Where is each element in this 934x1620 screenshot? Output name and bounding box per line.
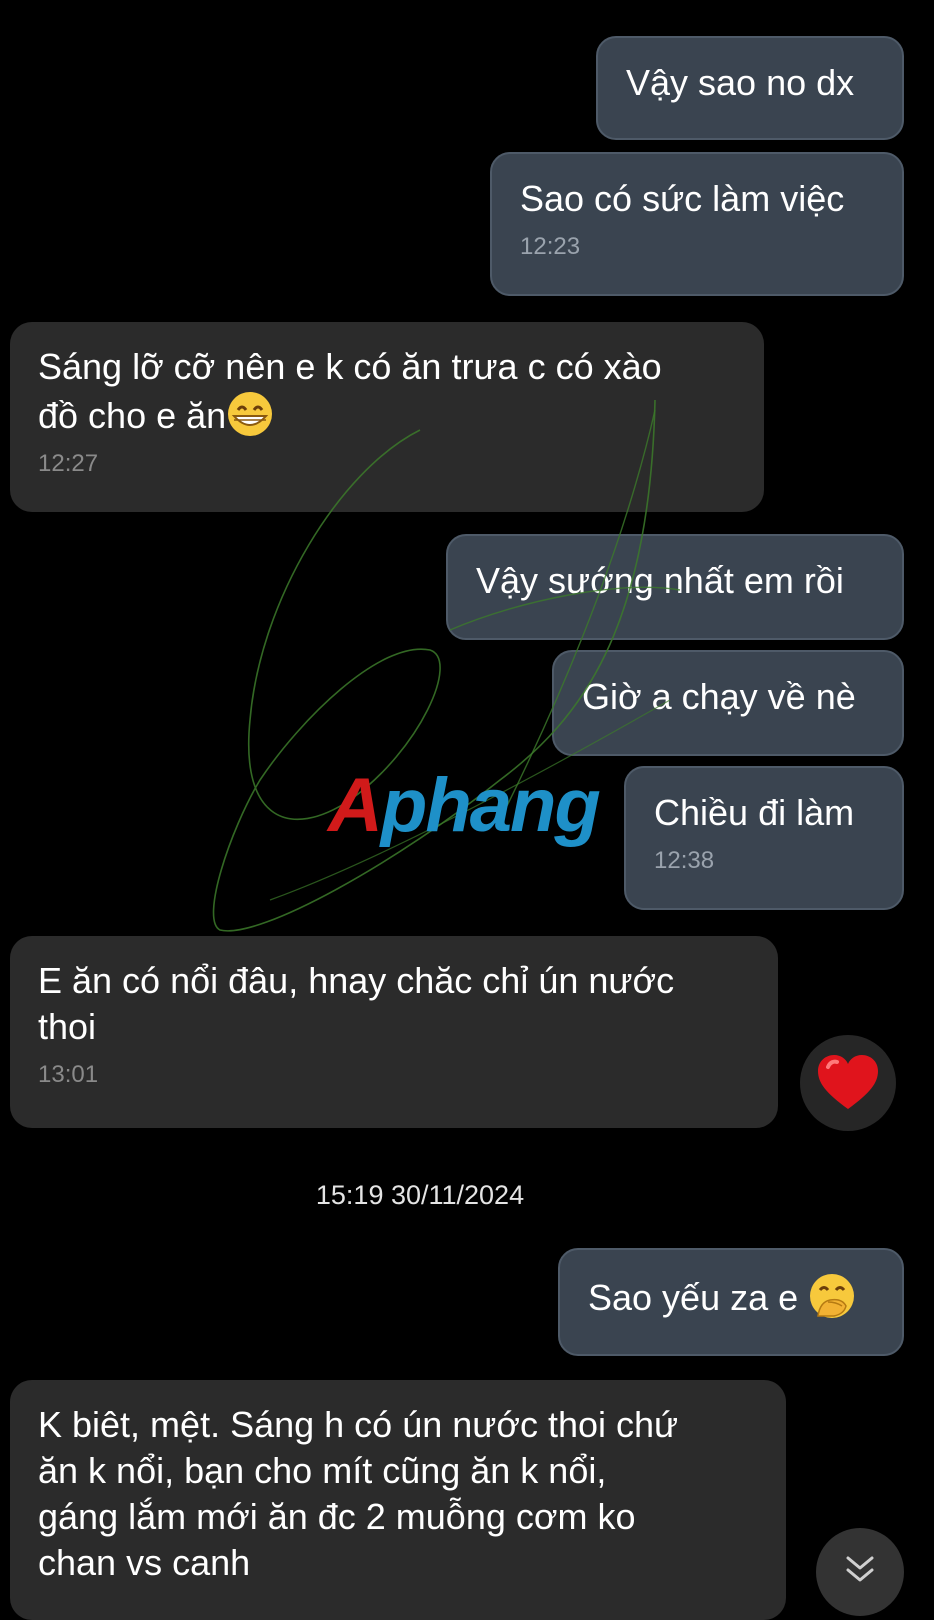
message-text: Sao yếu za e bbox=[588, 1272, 874, 1321]
message-text: Sáng lỡ cỡ nên e k có ăn trưa c có xào đ… bbox=[38, 346, 662, 436]
message-text: Chiều đi làm bbox=[654, 792, 855, 833]
message-timestamp: 12:38 bbox=[654, 847, 715, 874]
message-bubble-incoming[interactable]: E ăn có nổi đâu, hnay chăc chỉ ún nước t… bbox=[10, 936, 778, 1128]
message-text: Giờ a chạy về nè bbox=[582, 676, 856, 717]
message-timestamp: 13:01 bbox=[38, 1061, 99, 1088]
face-with-hand-over-mouth-icon bbox=[810, 1274, 855, 1318]
message-bubble-outgoing[interactable]: Sao có sức làm việc 12:23 bbox=[490, 152, 904, 296]
message-timestamp: 12:23 bbox=[520, 233, 581, 260]
message-bubble-incoming[interactable]: Sáng lỡ cỡ nên e k có ăn trưa c có xào đ… bbox=[10, 322, 764, 512]
double-chevron-down-icon bbox=[846, 1556, 874, 1582]
message-bubble-outgoing[interactable]: Sao yếu za e bbox=[558, 1248, 904, 1356]
red-heart-icon bbox=[818, 1055, 878, 1109]
message-text: Sao có sức làm việc bbox=[520, 178, 845, 219]
message-text: Vậy sướng nhất em rồi bbox=[476, 560, 844, 601]
message-timestamp: 12:27 bbox=[38, 450, 99, 477]
message-bubble-outgoing[interactable]: Chiều đi làm 12:38 bbox=[624, 766, 904, 910]
brand-watermark: Aphang bbox=[328, 763, 601, 848]
message-bubble-incoming[interactable]: K biêt, mệt. Sáng h có ún nước thoi chứ … bbox=[10, 1380, 786, 1620]
scroll-to-bottom-button[interactable] bbox=[816, 1528, 904, 1616]
grinning-face-icon bbox=[228, 392, 273, 436]
message-reaction[interactable] bbox=[800, 1035, 896, 1131]
date-separator: 15:19 30/11/2024 bbox=[315, 1180, 525, 1210]
message-bubble-outgoing[interactable]: Vậy sao no dx bbox=[596, 36, 904, 140]
chat-view: Vậy sao no dx Sao có sức làm việc 12:23 … bbox=[0, 0, 934, 1620]
message-bubble-outgoing[interactable]: Giờ a chạy về nè bbox=[552, 650, 904, 756]
message-text: Vậy sao no dx bbox=[626, 62, 855, 103]
message-bubble-outgoing[interactable]: Vậy sướng nhất em rồi bbox=[446, 534, 904, 640]
message-text: K biêt, mệt. Sáng h có ún nước thoi chứ … bbox=[38, 1404, 679, 1583]
message-text: E ăn có nổi đâu, hnay chăc chỉ ún nước t… bbox=[38, 960, 675, 1047]
